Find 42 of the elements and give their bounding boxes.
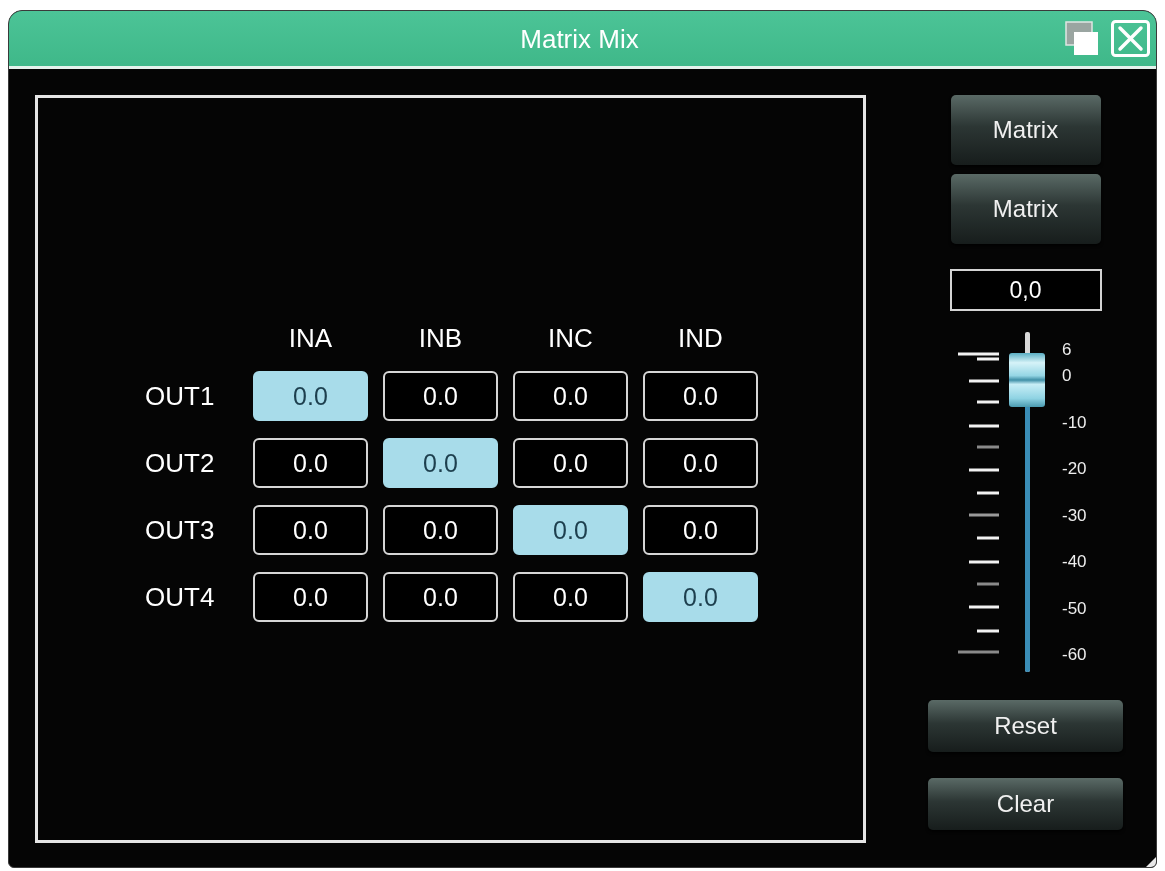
- close-icon[interactable]: [1111, 20, 1150, 57]
- fader-handle[interactable]: [1009, 352, 1045, 407]
- matrix-cell[interactable]: 0.0: [383, 371, 498, 421]
- matrix-cell[interactable]: 0.0: [383, 505, 498, 555]
- scale-label: -40: [1062, 552, 1087, 572]
- scale-label: -50: [1062, 598, 1087, 619]
- matrix-cell[interactable]: 0.0: [383, 572, 498, 622]
- scale-label: -30: [1062, 505, 1087, 526]
- matrix-cell[interactable]: 0.0: [253, 572, 368, 622]
- matrix-cell[interactable]: 0.0: [513, 371, 628, 421]
- matrix-cell[interactable]: 0.0: [643, 505, 758, 555]
- matrix-cell[interactable]: 0.0: [513, 572, 628, 622]
- row-label: OUT1: [145, 383, 215, 409]
- scale-label: -60: [1062, 645, 1087, 665]
- matrix-cell[interactable]: 0.0: [643, 438, 758, 488]
- column-header: INC: [548, 324, 593, 351]
- matrix-cell[interactable]: 0.0: [643, 572, 758, 622]
- matrix-cell[interactable]: 0.0: [253, 371, 368, 421]
- column-header: INB: [418, 324, 463, 351]
- scale-label: 0: [1062, 366, 1073, 386]
- restore-icon[interactable]: [1065, 21, 1099, 56]
- matrix-cell[interactable]: 0.0: [643, 371, 758, 421]
- scale-label: -20: [1062, 459, 1087, 479]
- row-label: OUT4: [145, 584, 215, 610]
- matrix-cell[interactable]: 0.0: [383, 438, 498, 488]
- gain-field[interactable]: 0,0: [949, 269, 1102, 311]
- scale-label: 6: [1062, 340, 1073, 360]
- column-header: IND: [678, 324, 723, 351]
- matrix-button[interactable]: Matrix: [950, 95, 1101, 165]
- scale-label: -10: [1062, 412, 1087, 433]
- row-label: OUT2: [145, 450, 215, 476]
- matrix-cell[interactable]: 0.0: [513, 505, 628, 555]
- window-title: Matrix Mix: [520, 25, 639, 52]
- action-button[interactable]: Clear: [928, 778, 1123, 830]
- matrix-cell[interactable]: 0.0: [513, 438, 628, 488]
- matrix-cell[interactable]: 0.0: [253, 438, 368, 488]
- matrix-button[interactable]: Matrix: [950, 174, 1101, 244]
- row-label: OUT3: [145, 517, 215, 543]
- column-header: INA: [288, 324, 333, 351]
- action-button[interactable]: Reset: [928, 700, 1123, 752]
- resize-grip-icon[interactable]: [1146, 857, 1156, 867]
- matrix-cell[interactable]: 0.0: [253, 505, 368, 555]
